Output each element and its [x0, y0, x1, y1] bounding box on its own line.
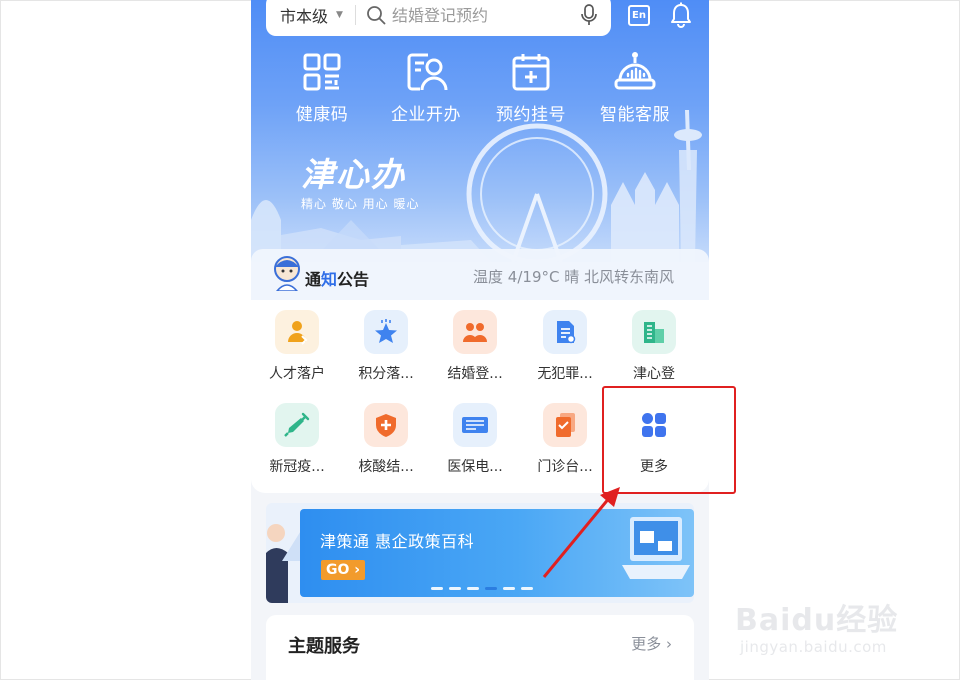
microphone-icon[interactable] [579, 4, 599, 26]
phone-screen: 市本级 ▼ En [251, 0, 709, 680]
chs-card-icon [453, 403, 497, 447]
service-item-no-crime[interactable]: 无犯罪... [527, 310, 603, 383]
service-label: 结婚登... [447, 366, 503, 382]
shield-plus-icon [364, 403, 408, 447]
service-label: 更多 [640, 459, 668, 475]
bell-icon[interactable] [669, 2, 693, 28]
notice-title-part3: 公告 [337, 270, 370, 289]
watermark-brand: Baidu经验 [735, 603, 899, 638]
service-label: 无犯罪... [537, 366, 593, 382]
service-label: 新冠疫... [269, 459, 325, 475]
service-item-medical-insurance[interactable]: 医保电... [437, 403, 513, 476]
notice-title-part1: 通 [305, 270, 322, 289]
baidu-watermark: Baidu经验 jingyan.baidu.com [735, 575, 910, 665]
more-label: 更多 [631, 635, 662, 653]
weather-info: 温度 4/19°C 晴 北风转东南风 [473, 268, 674, 286]
theme-services-section: 主题服务 更多 › [266, 615, 694, 680]
language-toggle-button[interactable]: En [628, 5, 650, 26]
notice-title: 通知公告 [305, 266, 369, 290]
service-item-vaccine[interactable]: 新冠疫... [259, 403, 335, 476]
brand-tagline: 精心 敬心 用心 暖心 [301, 197, 420, 211]
building-icon [632, 310, 676, 354]
service-label: 医保电... [447, 459, 503, 475]
search-input[interactable] [391, 5, 562, 25]
mascot-avatar-icon [274, 256, 300, 291]
notice-title-part2: 知 [321, 270, 338, 289]
service-item-nucleic-acid[interactable]: 核酸结... [348, 403, 424, 476]
service-item-more[interactable]: 更多 [616, 403, 692, 476]
service-item-jinxindeng[interactable]: 津心登 [616, 310, 692, 383]
brand-name: 津心办 [301, 155, 406, 194]
service-item-talent[interactable]: 人才落户 [259, 310, 335, 383]
syringe-icon [275, 403, 319, 447]
annotation-arrow-icon [542, 487, 620, 578]
talent-settlement-icon [275, 310, 319, 354]
search-bar[interactable]: 市本级 ▼ [266, 0, 611, 36]
pagination-dot[interactable] [521, 587, 533, 590]
more-grid-icon [632, 403, 676, 447]
search-icon [367, 6, 386, 25]
region-selector[interactable]: 市本级 ▼ [280, 3, 343, 27]
banner-person-illustration [266, 524, 304, 603]
service-label: 积分落... [358, 366, 414, 382]
service-label: 人才落户 [269, 366, 325, 382]
hero-header: 市本级 ▼ En [251, 0, 709, 262]
theme-services-title: 主题服务 [288, 636, 360, 657]
theme-services-more-link[interactable]: 更多 › [631, 633, 672, 654]
robot-icon [614, 52, 656, 90]
pagination-dot-active[interactable] [485, 587, 497, 590]
banner-title: 津策通 惠企政策百科 [320, 532, 475, 551]
region-label: 市本级 [280, 7, 329, 26]
document-icon [543, 310, 587, 354]
couple-icon [453, 310, 497, 354]
brand-logo: 津心办 精心 敬心 用心 暖心 [301, 157, 419, 212]
star-points-icon [364, 310, 408, 354]
pagination-dot[interactable] [449, 587, 461, 590]
pagination-dot[interactable] [503, 587, 515, 590]
watermark-url: jingyan.baidu.com [740, 638, 887, 656]
service-label: 核酸结... [358, 459, 414, 475]
service-grid: 人才落户 积分落... 结婚登... 无犯罪... 津心登 新冠疫... 核酸结… [251, 300, 709, 493]
pagination-dot[interactable] [431, 587, 443, 590]
business-card-icon [407, 53, 448, 91]
banner-go-label: GO [325, 562, 350, 578]
clipboard-icon [543, 403, 587, 447]
service-label: 津心登 [633, 366, 675, 382]
chevron-right-icon: › [666, 635, 672, 653]
banner-go-button[interactable]: GO › [321, 560, 365, 580]
pagination-dot[interactable] [467, 587, 479, 590]
service-item-outpatient[interactable]: 门诊台... [527, 403, 603, 476]
qr-code-icon [303, 53, 341, 91]
notice-bar[interactable]: 通知公告 温度 4/19°C 晴 北风转东南风 [251, 249, 709, 300]
service-item-points[interactable]: 积分落... [348, 310, 424, 383]
calendar-plus-icon [512, 54, 550, 91]
service-label: 门诊台... [537, 459, 593, 475]
caret-down-icon: ▼ [336, 10, 343, 20]
service-item-marriage[interactable]: 结婚登... [437, 310, 513, 383]
banner-pagination [431, 587, 533, 590]
search-divider [354, 5, 356, 25]
